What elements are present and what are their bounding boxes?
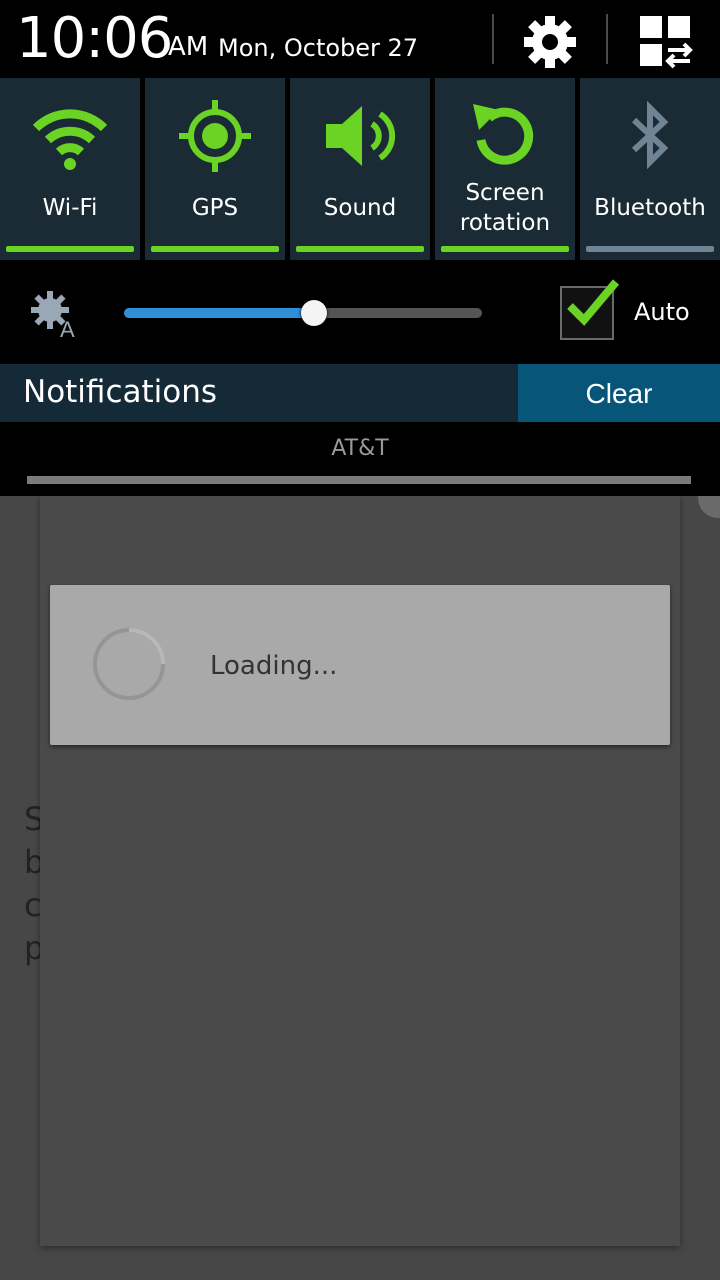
brightness-slider-fill <box>124 308 314 318</box>
toggle-label: GPS <box>191 195 239 221</box>
toggle-indicator <box>441 246 569 252</box>
auto-label: Auto <box>634 298 690 326</box>
spinner-icon <box>93 628 165 700</box>
clock-ampm: AM <box>168 32 209 62</box>
toggle-screen-rotation[interactable]: Screen rotation <box>435 78 575 260</box>
loading-dialog: Loading... <box>50 585 670 745</box>
gps-icon <box>179 100 251 172</box>
brightness-slider-thumb[interactable] <box>301 300 327 326</box>
divider <box>606 14 608 64</box>
clear-button[interactable]: Clear <box>518 364 720 422</box>
clock-time: 10:06 <box>16 6 173 71</box>
loading-text: Loading... <box>210 651 338 681</box>
auto-brightness-icon: A <box>31 291 75 340</box>
date-label: Mon, October 27 <box>218 34 419 62</box>
carrier-row: AT&T <box>0 422 720 496</box>
toggle-indicator <box>296 246 424 252</box>
toggle-label: Wi-Fi <box>42 195 98 221</box>
toggle-sound[interactable]: Sound <box>290 78 430 260</box>
divider <box>492 14 494 64</box>
bluetooth-icon <box>631 100 669 170</box>
rotation-icon <box>473 104 534 165</box>
notifications-title: Notifications <box>23 374 218 410</box>
toggle-gps[interactable]: GPS <box>145 78 285 260</box>
brightness-slider[interactable] <box>124 300 482 326</box>
toggle-label: Bluetooth <box>594 195 706 221</box>
brightness-row: A Auto <box>0 264 720 364</box>
toggle-wifi[interactable]: Wi-Fi <box>0 78 140 260</box>
auto-brightness-checkbox[interactable] <box>560 279 620 340</box>
quick-settings: Wi-Fi GPS Sound Screen rotation Bluetoot… <box>0 78 720 264</box>
toggle-label: Screen <box>465 180 545 206</box>
toggle-indicator <box>151 246 279 252</box>
carrier-label: AT&T <box>331 436 389 461</box>
toggle-label: rotation <box>459 210 551 236</box>
sound-icon <box>326 106 396 166</box>
toggle-label: Sound <box>323 195 397 221</box>
toggle-bluetooth[interactable]: Bluetooth <box>580 78 720 260</box>
notifications-header: Notifications Clear <box>0 364 720 422</box>
toggle-indicator <box>6 246 134 252</box>
panel-drag-handle[interactable] <box>27 476 691 484</box>
wifi-icon <box>32 109 108 170</box>
grid-edit-icon[interactable] <box>638 14 694 70</box>
svg-text:A: A <box>60 317 75 340</box>
notification-panel-header: 10:06 AM Mon, October 27 <box>0 0 720 78</box>
check-icon <box>567 279 620 326</box>
toggle-indicator <box>586 246 714 252</box>
gear-icon[interactable] <box>522 14 578 70</box>
